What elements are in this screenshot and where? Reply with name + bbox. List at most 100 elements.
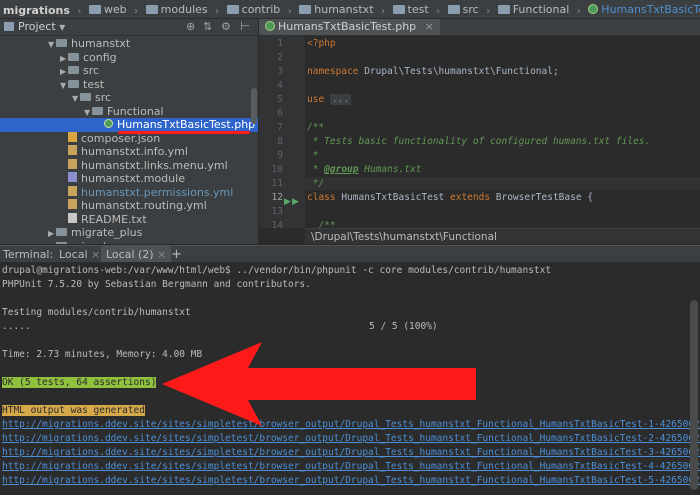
- breadcrumb-web[interactable]: web: [88, 1, 127, 19]
- progress-dots: .....: [2, 321, 31, 332]
- collapse-all-icon[interactable]: ⇅: [203, 20, 212, 33]
- tree-item-label: src: [95, 91, 112, 104]
- breadcrumb-functional[interactable]: Functional: [497, 1, 570, 19]
- folder-icon: [497, 5, 510, 14]
- breadcrumb-separator: ›: [215, 6, 220, 17]
- folded-imports[interactable]: ...: [329, 94, 352, 105]
- tree-item[interactable]: humanstxt.routing.yml: [0, 199, 258, 213]
- breadcrumb-label: src: [462, 3, 479, 16]
- browser-output-link[interactable]: http://migrations.ddev.site/sites/simple…: [2, 461, 700, 472]
- breadcrumb-separator: ›: [486, 6, 491, 17]
- tree-item-label: humanstxt.permissions.yml: [81, 185, 234, 199]
- tree-item[interactable]: ▼ src: [0, 91, 258, 105]
- tree-item[interactable]: humanstxt.permissions.yml: [0, 185, 258, 200]
- terminal-tab-local[interactable]: Local ×: [59, 246, 100, 263]
- breadcrumb-file[interactable]: HumansTxtBasicTest.php: [588, 0, 700, 18]
- breadcrumb-project[interactable]: migrations: [0, 2, 70, 19]
- terminal-tab-label: Local (2): [106, 248, 154, 261]
- line-number: 13: [271, 206, 283, 217]
- expanded-arrow-icon[interactable]: ▼: [72, 92, 80, 106]
- tree-item-label: humanstxt.module: [81, 172, 185, 185]
- folder-icon: [392, 5, 405, 14]
- tree-item[interactable]: ▼ test: [0, 78, 258, 92]
- browser-output-link[interactable]: http://migrations.ddev.site/sites/simple…: [2, 447, 700, 458]
- folder-icon: [447, 5, 460, 14]
- add-terminal-button[interactable]: +: [171, 246, 182, 263]
- breadcrumb-label: modules: [160, 3, 208, 16]
- breadcrumb-modules[interactable]: modules: [145, 1, 208, 19]
- tree-item[interactable]: ▶ config: [0, 51, 258, 65]
- folder-icon: [68, 66, 79, 74]
- collapsed-arrow-icon[interactable]: ▶: [48, 241, 56, 245]
- close-icon[interactable]: ×: [157, 248, 166, 261]
- project-scrollbar[interactable]: [251, 88, 257, 124]
- terminal-scrollbar[interactable]: [690, 300, 698, 490]
- php-class-icon: [588, 4, 599, 14]
- yml-file-icon: [68, 145, 77, 155]
- doc-comment: /**: [307, 220, 336, 228]
- yml-file-icon: [68, 199, 77, 209]
- expanded-arrow-icon[interactable]: ▼: [48, 38, 56, 52]
- terminal-tab-label: Local: [59, 248, 88, 261]
- tree-item[interactable]: humanstxt.info.yml: [0, 145, 258, 159]
- line-number: 2: [277, 52, 283, 63]
- namespace-breadcrumb[interactable]: \Drupal\Tests\humanstxt\Functional: [305, 228, 700, 244]
- code-line-11: */: [307, 178, 324, 189]
- code-line-9: *: [307, 150, 319, 161]
- html-output-badge: HTML output was generated: [2, 405, 145, 416]
- close-icon[interactable]: ×: [425, 20, 434, 33]
- expanded-arrow-icon[interactable]: ▼: [84, 106, 92, 120]
- breadcrumb-test[interactable]: test: [392, 1, 429, 19]
- run-test-icon[interactable]: ▶: [284, 197, 291, 207]
- terminal-tab-local-2[interactable]: Local (2) ×: [101, 246, 172, 263]
- line-number: 4: [277, 80, 283, 91]
- tree-item-label: humanstxt.links.menu.yml: [81, 158, 228, 172]
- project-title: Project: [18, 20, 56, 33]
- tree-item-label: migrate_run: [71, 240, 138, 245]
- browser-output-link[interactable]: http://migrations.ddev.site/sites/simple…: [2, 475, 700, 486]
- hide-icon[interactable]: ⊢: [240, 19, 250, 33]
- tree-item-label: Functional: [107, 104, 164, 118]
- close-icon[interactable]: ×: [91, 248, 100, 261]
- breadcrumb-humanstxt[interactable]: humanstxt: [299, 1, 374, 19]
- navigation-breadcrumb: migrations › web › modules › contrib › h…: [0, 0, 700, 19]
- folder-icon: [80, 93, 91, 101]
- breadcrumb-separator: ›: [381, 6, 386, 17]
- breadcrumb-label: contrib: [241, 3, 281, 16]
- tree-item[interactable]: ▶ src: [0, 64, 258, 78]
- breadcrumb-src[interactable]: src: [447, 1, 479, 19]
- tree-item-label: humanstxt: [71, 37, 131, 50]
- collapsed-arrow-icon[interactable]: ▶: [48, 227, 56, 241]
- tree-item[interactable]: humanstxt.links.menu.yml: [0, 158, 258, 173]
- tree-item[interactable]: ▼ Functional: [0, 105, 258, 119]
- target-icon[interactable]: ⊕: [186, 20, 195, 33]
- collapsed-arrow-icon[interactable]: ▶: [60, 52, 68, 66]
- breadcrumb-separator: ›: [77, 6, 82, 17]
- chevron-down-icon: ▼: [59, 23, 66, 32]
- doc-comment: *: [307, 150, 319, 161]
- run-test-icon[interactable]: ▶: [292, 197, 299, 207]
- project-view-selector[interactable]: Project ▼: [18, 20, 65, 33]
- collapsed-arrow-icon[interactable]: ▶: [60, 65, 68, 79]
- breadcrumb-label: Functional: [512, 3, 570, 16]
- breadcrumb-contrib[interactable]: contrib: [226, 1, 281, 19]
- tree-item[interactable]: HumansTxtBasicTest.php: [0, 118, 258, 132]
- tree-item[interactable]: ▼ humanstxt: [0, 37, 258, 51]
- code-editor[interactable]: <?php namespace Drupal\Tests\humanstxt\F…: [305, 36, 700, 228]
- editor-tab-file[interactable]: HumansTxtBasicTest.php ×: [259, 19, 440, 35]
- doc-comment: */: [307, 178, 325, 189]
- expanded-arrow-icon[interactable]: ▼: [60, 79, 68, 93]
- code-line-1: <?php: [307, 38, 336, 49]
- tree-item-label: config: [83, 50, 117, 64]
- line-number: 1: [277, 38, 283, 49]
- tree-item[interactable]: humanstxt.module: [0, 172, 258, 186]
- project-panel-header: Project ▼ ⊕ ⇅ ⚙ ⊢: [0, 19, 258, 36]
- browser-output-link[interactable]: http://migrations.ddev.site/sites/simple…: [2, 433, 700, 444]
- editor-tab-bar: HumansTxtBasicTest.php ×: [259, 19, 700, 36]
- gear-icon[interactable]: ⚙: [221, 20, 231, 33]
- tree-item[interactable]: README.txt: [0, 212, 258, 227]
- arrow-shape: [162, 342, 476, 426]
- tree-item[interactable]: ▶ migrate_run: [0, 240, 258, 245]
- code-line-5: use ...: [307, 94, 352, 105]
- tree-item[interactable]: ▶ migrate_plus: [0, 226, 258, 240]
